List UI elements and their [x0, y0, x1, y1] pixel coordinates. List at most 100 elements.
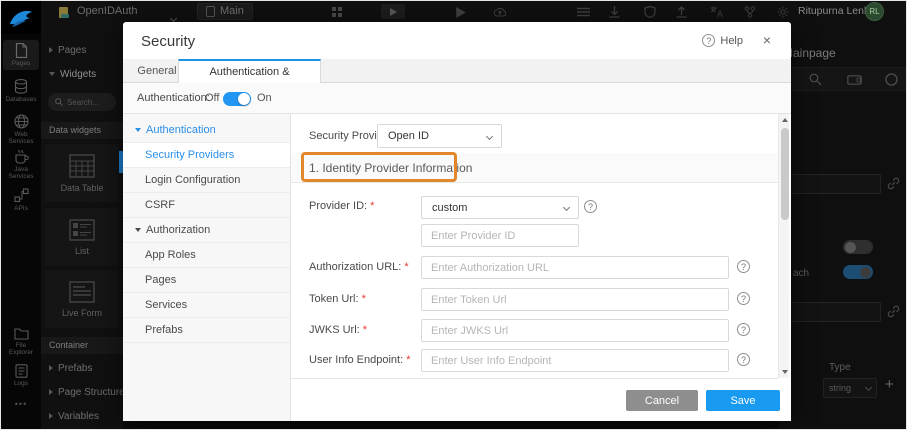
provider-id-select[interactable]: custom [421, 196, 579, 219]
tree-item-pages[interactable]: Pages [41, 41, 123, 59]
top-bar: OpenIDAuth Main A Ritupurna Lenka RL [1, 1, 907, 22]
help-icon[interactable] [737, 260, 750, 273]
user-name[interactable]: Ritupurna Lenka [798, 1, 875, 22]
help-icon[interactable] [737, 353, 750, 366]
authentication-toggle[interactable] [223, 92, 251, 106]
authentication-toggle-row: Authentication: Off On [123, 83, 791, 114]
rail-item-apis[interactable]: APIs [3, 188, 39, 212]
nav-item-csrf[interactable]: CSRF [123, 193, 290, 218]
bind-link-icon[interactable] [887, 305, 900, 318]
help-icon[interactable] [737, 292, 750, 305]
app-logo[interactable] [1, 1, 41, 34]
nav-item-pages[interactable]: Pages [123, 268, 290, 293]
rail-item-databases[interactable]: Databases [3, 79, 39, 103]
provider-id-input[interactable] [421, 224, 579, 247]
nav-item-services[interactable]: Services [123, 293, 290, 318]
widgets-panel: Pages Widgets Search... Data widgets Dat… [41, 22, 123, 430]
tab-authentication-authorization[interactable]: Authentication & Authorization [178, 59, 321, 84]
provider-id-label: Provider ID: [309, 200, 374, 212]
api-nodes-icon [14, 188, 29, 203]
property-field[interactable] [783, 302, 881, 322]
user-info-endpoint-input[interactable] [421, 349, 729, 372]
import-icon[interactable] [609, 6, 620, 18]
translate-icon[interactable]: A [710, 6, 724, 18]
tree-item-widgets[interactable]: Widgets [41, 65, 123, 83]
dialog-footer: Cancel Save [291, 378, 778, 421]
widget-tile-list[interactable]: List [45, 208, 119, 266]
pages-icon [14, 43, 28, 58]
add-button[interactable]: + [885, 376, 894, 393]
scroll-up-icon[interactable] [782, 118, 788, 122]
type-column-label: Type [829, 362, 851, 373]
nav-group-authorization[interactable]: Authorization [123, 218, 290, 243]
property-toggle-off[interactable] [843, 240, 873, 254]
rail-item-logs[interactable]: Logs [3, 364, 39, 387]
grid-view-icon[interactable] [332, 7, 342, 17]
widgets-search-input[interactable]: Search... [48, 93, 116, 111]
close-icon[interactable] [759, 32, 775, 48]
security-shield-icon[interactable] [644, 6, 656, 18]
tree-item-prefabs[interactable]: Prefabs [41, 359, 123, 377]
svg-text:A: A [717, 9, 723, 18]
settings-gear-icon[interactable] [777, 6, 789, 18]
help-button[interactable]: Help [702, 34, 743, 47]
bind-link-icon[interactable] [887, 177, 900, 190]
search-icon [55, 98, 63, 106]
section-header: 1. Identity Provider Information [291, 153, 778, 183]
avatar[interactable]: RL [865, 2, 884, 21]
cancel-button[interactable]: Cancel [626, 390, 698, 411]
caret-right-icon [49, 389, 53, 395]
device-preview-icon[interactable] [847, 75, 862, 85]
authorization-url-input[interactable] [421, 256, 729, 279]
page-icon [206, 6, 215, 17]
tab-general[interactable]: General [136, 59, 178, 83]
preview-button[interactable] [381, 4, 405, 19]
nav-item-login-configuration[interactable]: Login Configuration [123, 168, 290, 193]
security-provider-select[interactable]: Open ID [377, 124, 502, 148]
list-menu-icon[interactable] [577, 7, 590, 17]
app-canvas: OpenIDAuth Main A Ritupurna Lenka RL Pag… [0, 0, 907, 430]
project-name[interactable]: OpenIDAuth [77, 1, 138, 22]
help-icon [702, 34, 715, 47]
scroll-down-icon[interactable] [782, 370, 788, 374]
coffee-icon [14, 149, 29, 164]
data-widgets-header: Data widgets [41, 122, 123, 139]
rail-more-menu[interactable]: ••• [3, 399, 39, 409]
form-scrollbar[interactable] [778, 114, 789, 378]
token-url-label: Token Url: [309, 293, 366, 305]
run-icon[interactable] [456, 7, 466, 18]
user-info-endpoint-label: User Info Endpoint: [309, 354, 411, 366]
jwks-url-input[interactable] [421, 319, 729, 342]
tree-item-variables[interactable]: Variables [41, 407, 123, 425]
help-icon[interactable] [584, 200, 597, 213]
type-select[interactable]: string [823, 378, 877, 398]
theme-ring-icon[interactable] [885, 73, 898, 86]
scrollbar-thumb[interactable] [781, 128, 789, 220]
property-field[interactable] [783, 174, 881, 194]
chevron-down-icon [563, 204, 570, 211]
inspect-icon[interactable] [809, 73, 822, 86]
section-title: 1. Identity Provider Information [309, 161, 472, 175]
dialog-title: Security [141, 33, 195, 50]
widget-tile-data-table[interactable]: Data Table [45, 144, 119, 202]
tree-item-page-structure[interactable]: Page Structure [41, 383, 123, 401]
nav-item-security-providers[interactable]: Security Providers [123, 143, 290, 168]
help-icon[interactable] [737, 323, 750, 336]
nav-group-authentication[interactable]: Authentication [123, 118, 290, 143]
caret-right-icon [49, 413, 53, 419]
token-url-input[interactable] [421, 288, 729, 311]
widget-tile-live-form[interactable]: Live Form [45, 270, 119, 328]
nav-item-app-roles[interactable]: App Roles [123, 243, 290, 268]
deploy-cloud-icon[interactable] [493, 6, 507, 18]
branch-icon[interactable] [744, 6, 756, 18]
authorization-url-label: Authorization URL: [309, 261, 409, 273]
rail-item-java-services[interactable]: Java Services [3, 149, 39, 180]
export-icon[interactable] [676, 6, 687, 18]
rail-item-web-services[interactable]: Web Services [3, 114, 39, 145]
save-button[interactable]: Save [706, 390, 780, 411]
rail-item-file-explorer[interactable]: File Explorer [3, 327, 39, 356]
nav-item-prefabs[interactable]: Prefabs [123, 318, 290, 343]
rail-item-pages[interactable]: Pages [3, 40, 39, 70]
property-toggle-on[interactable] [843, 265, 873, 279]
page-tab-main[interactable]: Main [197, 3, 253, 20]
